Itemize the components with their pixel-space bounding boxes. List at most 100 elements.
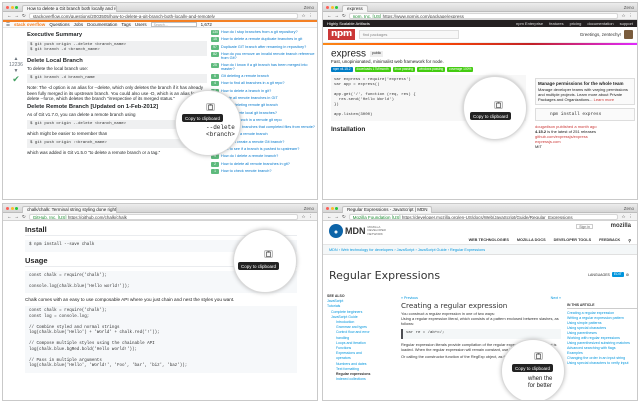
star-icon[interactable]: ☆ [301,214,305,220]
list-item[interactable]: 6 Git deleting a remote branch [211,74,317,80]
toc-item[interactable]: Using special characters to verify input [567,361,637,366]
windows-badge[interactable]: windows passing [417,67,446,73]
profile-name[interactable]: Zeno [624,5,634,10]
window-controls[interactable] [6,5,18,9]
url-field[interactable]: Mozilla Foundation [US] https://develope… [348,213,619,220]
downloads-badge[interactable]: downloads 17M/month [354,67,391,73]
nav-users[interactable]: Users [135,22,147,27]
coverage-badge[interactable]: coverage 100% [447,67,474,73]
reload-icon[interactable]: ↻ [22,214,26,220]
url-field[interactable]: npm, Inc. [US] https://www.npmjs.com/pac… [348,12,619,19]
search-input[interactable]: Search... [150,22,197,27]
edit-button[interactable]: EDIT [611,272,624,277]
avatar[interactable] [624,30,633,39]
npm-header: npm find packages Greetings, zentechy! [323,27,637,43]
heading-summary: Executive Summary [27,32,83,38]
reload-icon[interactable]: ↻ [22,13,26,19]
nav-pricing[interactable]: pricing [570,21,582,26]
so-topbar: ☰ stack overflow Questions Jobs Document… [3,20,317,28]
window-controls[interactable] [6,206,18,210]
list-item[interactable]: 2 How to delete all remote branches in gi… [211,161,317,167]
sidebar-item[interactable]: Indexed collections [327,377,377,382]
copy-button[interactable] [494,101,503,109]
nav-developer-tools[interactable]: DEVELOPER TOOLS [554,238,591,243]
forward-icon[interactable]: → [335,13,340,18]
magnifier-overlay: Copy to clipboard [233,229,297,293]
nav-documentation[interactable]: Documentation [87,22,117,27]
sidebar-item[interactable]: Expressions and operators [327,351,377,361]
forward-icon[interactable]: → [335,214,340,219]
nav-jobs[interactable]: Jobs [74,22,84,27]
back-icon[interactable]: ← [7,13,12,18]
menu-icon[interactable]: ⋮ [309,13,314,19]
address-bar: ← → ↻ npm, Inc. [US] https://www.npmjs.c… [323,12,637,20]
so-logo[interactable]: stack overflow [14,22,45,27]
profile-name[interactable]: Zeno [624,206,634,211]
list-item[interactable]: 97 Duplicate GIT branch after renaming in… [211,44,317,50]
install-command[interactable]: npm install express [535,108,635,121]
back-icon[interactable]: ← [327,214,332,219]
nav-features[interactable]: features [549,21,563,26]
breadcrumb[interactable]: MDN › Web technology for developers › Ja… [323,245,637,255]
nav-web-technologies[interactable]: WEB TECHNOLOGIES [469,238,509,243]
reputation: 1,672 [200,22,212,27]
profile-name[interactable]: Zeno [304,206,314,211]
url-field[interactable]: GitHub, Inc. [US] https://github.com/cha… [28,213,299,220]
window-controls[interactable] [326,206,338,210]
nav-mozilla-docs[interactable]: MOZILLA DOCS [517,238,546,243]
star-icon[interactable]: ☆ [621,13,625,19]
list-item[interactable]: 15 How to delete a remote duplicate branc… [211,37,317,43]
menu-icon[interactable]: ⋮ [309,214,314,220]
signin-button[interactable]: Sign in [576,224,593,229]
list-item[interactable]: 82 How do you remove an invalid remote br… [211,51,317,61]
linux-badge[interactable]: linux passing [392,67,416,73]
nav-enterprise[interactable]: npm Enterprise [516,21,543,26]
list-item[interactable]: 4 How to find all branches in a git repo? [211,81,317,87]
browser-tab[interactable]: chalk/chalk: Terminal string styling don… [22,205,117,213]
public-badge: public [370,51,384,57]
nav-questions[interactable]: Questions [49,22,69,27]
sidebar-item[interactable]: Control flow and error handling [327,330,377,340]
copy-button[interactable] [534,352,543,360]
back-icon[interactable]: ← [7,214,12,219]
reload-icon[interactable]: ↻ [342,214,346,220]
nav-support[interactable]: support [620,21,633,26]
copy-button[interactable] [206,103,215,111]
mozilla-logo[interactable]: mozilla [611,223,631,229]
list-item[interactable]: 134 How do I stop branches from a git rep… [211,30,317,35]
npm-version-badge[interactable]: npm v4.15.2 [331,67,353,73]
learn-more-link[interactable]: Learn more [594,97,614,102]
nav-documentation[interactable]: documentation [587,21,613,26]
menu-icon[interactable]: ⋮ [629,214,634,220]
forward-icon[interactable]: → [15,13,20,18]
profile-name[interactable]: Zeno [304,5,314,10]
browser-tab[interactable]: How to delete a Git branch both locally … [22,4,117,12]
list-item[interactable]: 25 How do I know if a git branch has been… [211,63,317,72]
nav-feedback[interactable]: FEEDBACK [599,238,620,243]
languages-button[interactable]: LANGUAGES [588,273,610,277]
star-icon[interactable]: ☆ [301,13,305,19]
copy-button[interactable] [264,250,273,258]
reload-icon[interactable]: ↻ [342,13,346,19]
hamburger-icon[interactable]: ☰ [6,22,10,27]
list-item[interactable]: 1 How to check remote branch? [211,168,317,174]
gear-icon[interactable]: ⚙ [626,273,629,277]
star-icon[interactable]: ☆ [621,214,625,220]
greeting[interactable]: Greetings, zentechy! [580,32,621,37]
url-field[interactable]: stackoverflow.com/questions/2003505/how-… [28,12,299,19]
window-controls[interactable] [326,5,338,9]
list-item[interactable]: 8How to delete a branch in git? [211,88,317,94]
npm-logo[interactable]: npm [328,29,355,40]
browser-tab[interactable]: express [342,4,368,12]
search-icon[interactable]: ⚲ [628,238,631,243]
menu-icon[interactable]: ⋮ [629,13,634,19]
mdn-logo[interactable]: ◉ MDN MOZILLA DEVELOPER NETWORK [329,224,398,238]
forward-icon[interactable]: → [15,214,20,219]
search-input[interactable]: find packages [358,30,459,39]
nav-tags[interactable]: Tags [121,22,131,27]
list-item[interactable]: 9 How do I delete a remote branch? [211,154,317,160]
browser-tab[interactable]: Regular Expressions - JavaScript | MDN [342,205,433,213]
back-icon[interactable]: ← [327,13,332,18]
badge-row: npm v4.15.2 downloads 17M/month linux pa… [331,67,526,73]
next-link[interactable]: Next » [551,296,561,301]
